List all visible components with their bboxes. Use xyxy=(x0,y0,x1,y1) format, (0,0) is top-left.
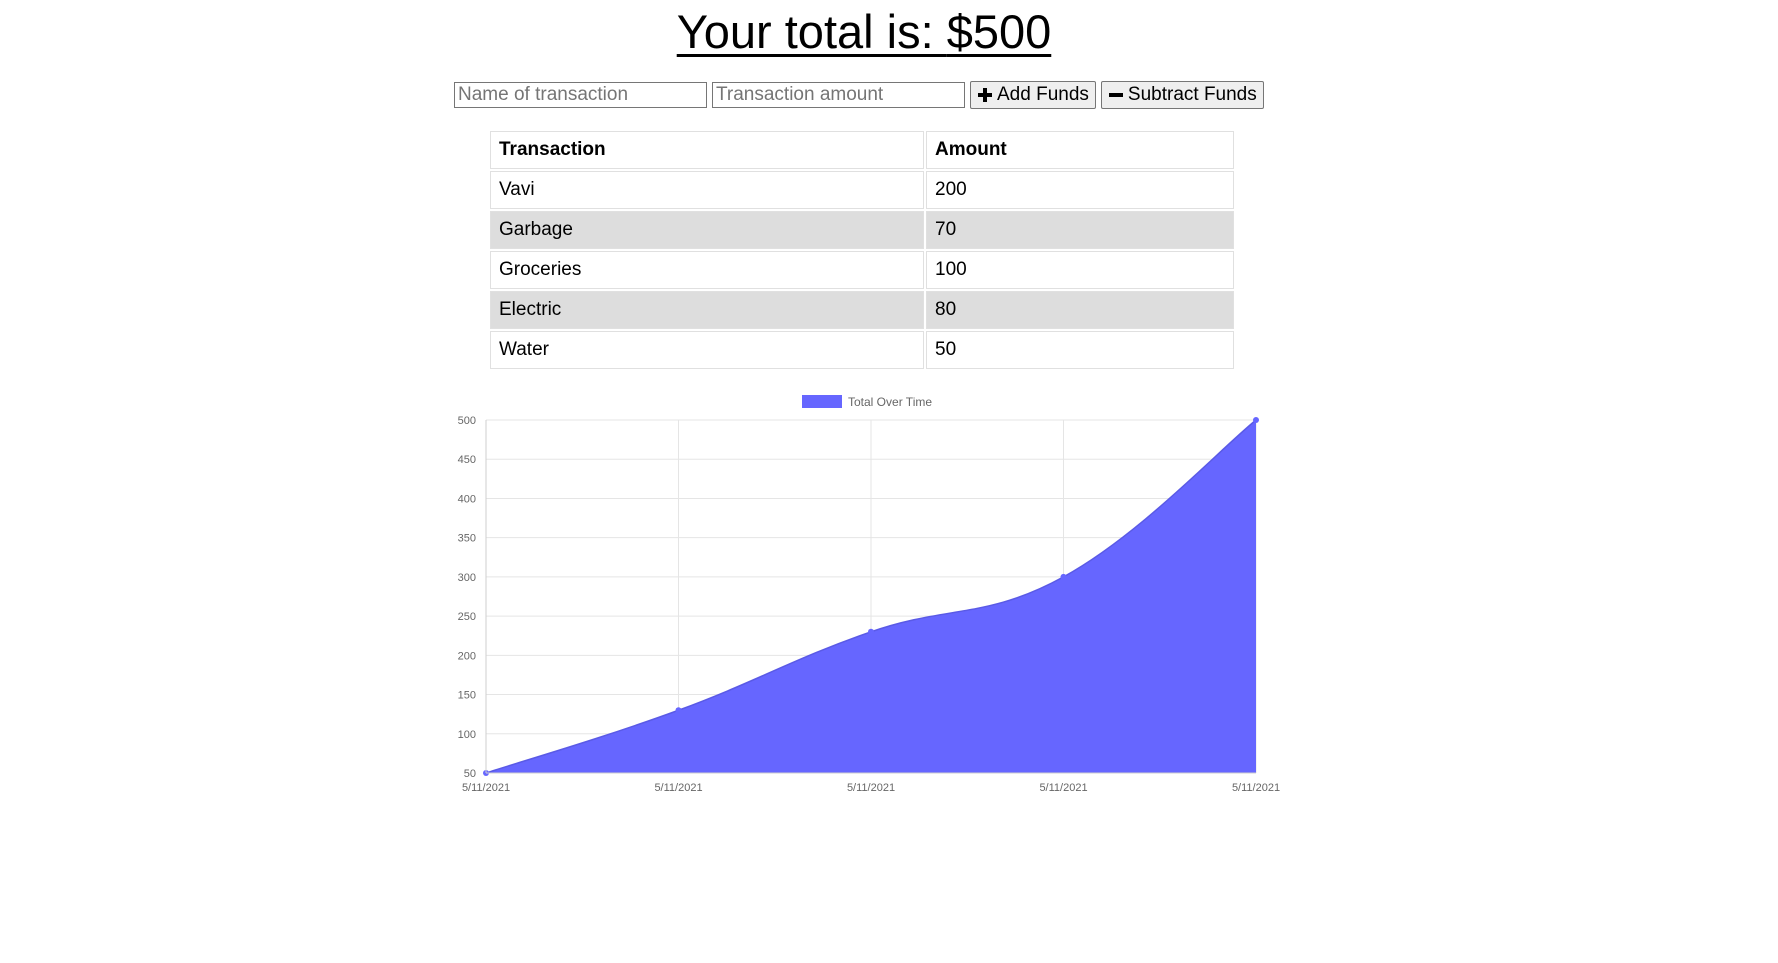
transaction-name-cell: Groceries xyxy=(490,251,924,289)
legend-swatch xyxy=(802,395,842,408)
table-header-row: Transaction Amount xyxy=(490,131,1234,169)
table-row: Garbage 70 xyxy=(490,211,1234,249)
subtract-funds-label: Subtract Funds xyxy=(1127,84,1257,105)
transaction-amount-cell: 50 xyxy=(926,331,1234,369)
x-tick-label: 5/11/2021 xyxy=(1039,782,1087,794)
transactions-table: Transaction Amount Vavi 200 Garbage 70 G… xyxy=(488,129,1236,371)
data-point xyxy=(1253,417,1259,423)
data-point xyxy=(675,707,682,714)
y-tick-label: 350 xyxy=(458,533,476,545)
y-tick-label: 400 xyxy=(458,493,476,505)
y-tick-label: 200 xyxy=(458,650,476,662)
budget-page: Your total is: $500 Add Funds Subtract F… xyxy=(0,0,1778,963)
chart-svg: 50 100 150 200 250 300 350 400 450 500 5/11/2021 5/… xyxy=(458,395,1280,794)
transaction-name-cell: Electric xyxy=(490,291,924,329)
transaction-name-input[interactable] xyxy=(454,82,707,108)
subtract-funds-button[interactable]: Subtract Funds xyxy=(1100,81,1264,109)
header-amount: Amount xyxy=(926,131,1234,169)
plus-icon xyxy=(977,87,993,103)
total-over-time-chart: 50 100 150 200 250 300 350 400 450 500 5/11/2021 5/… xyxy=(440,390,1290,800)
data-point xyxy=(1060,573,1067,580)
table-row: Groceries 100 xyxy=(490,251,1234,289)
y-tick-label: 150 xyxy=(458,690,476,702)
data-point xyxy=(868,628,874,635)
y-tick-label: 50 xyxy=(464,768,476,780)
add-funds-button[interactable]: Add Funds xyxy=(970,81,1096,109)
total-heading: Your total is: $500 xyxy=(0,4,1728,60)
transaction-name-cell: Garbage xyxy=(490,211,924,249)
transaction-amount-input[interactable] xyxy=(712,82,965,108)
transaction-amount-cell: 70 xyxy=(926,211,1234,249)
table-row: Water 50 xyxy=(490,331,1234,369)
table-row: Electric 80 xyxy=(490,291,1234,329)
minus-icon xyxy=(1108,87,1124,103)
x-tick-label: 5/11/2021 xyxy=(654,782,702,794)
total-value: $500 xyxy=(946,5,1052,58)
transaction-form: Add Funds Subtract Funds xyxy=(454,81,1264,109)
y-tick-label: 300 xyxy=(458,572,476,584)
table-row: Vavi 200 xyxy=(490,171,1234,209)
total-label: Your total is: xyxy=(676,5,947,58)
header-transaction: Transaction xyxy=(490,131,924,169)
transaction-name-cell: Water xyxy=(490,331,924,369)
y-tick-label: 250 xyxy=(458,611,476,623)
transaction-name-cell: Vavi xyxy=(490,171,924,209)
x-tick-label: 5/11/2021 xyxy=(1232,782,1280,794)
transaction-amount-cell: 100 xyxy=(926,251,1234,289)
x-tick-label: 5/11/2021 xyxy=(462,782,510,794)
y-tick-label: 500 xyxy=(458,415,476,427)
legend-label: Total Over Time xyxy=(848,395,932,409)
y-tick-label: 100 xyxy=(458,729,476,741)
y-tick-label: 450 xyxy=(458,454,476,466)
transaction-amount-cell: 80 xyxy=(926,291,1234,329)
x-tick-label: 5/11/2021 xyxy=(847,782,895,794)
transaction-amount-cell: 200 xyxy=(926,171,1234,209)
add-funds-label: Add Funds xyxy=(997,84,1089,105)
